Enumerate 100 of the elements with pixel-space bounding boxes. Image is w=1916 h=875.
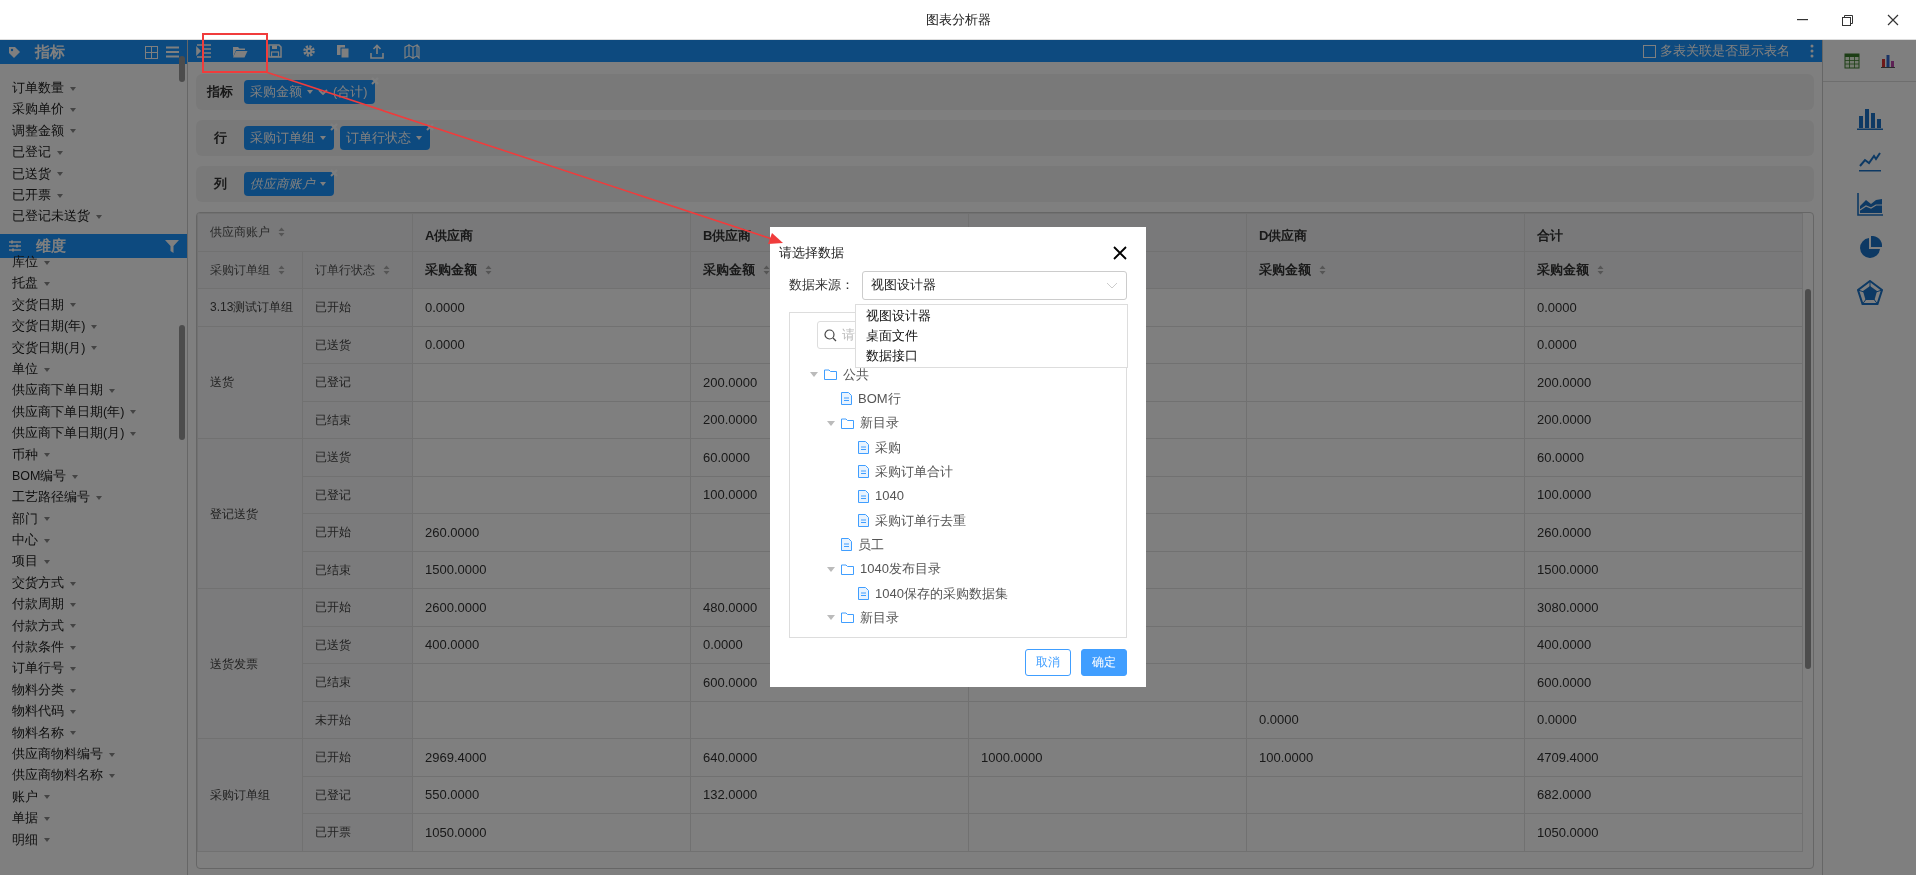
caret-icon[interactable]	[70, 581, 76, 586]
field-item[interactable]: 物料代码	[12, 701, 64, 723]
caret-icon[interactable]	[130, 410, 137, 415]
caret-icon[interactable]	[70, 303, 76, 308]
folder-icon[interactable]	[232, 44, 248, 58]
pie-chart-icon[interactable]	[1857, 236, 1882, 260]
scrollbar[interactable]	[179, 56, 185, 82]
sort-icon[interactable]	[278, 264, 285, 275]
field-item[interactable]: 付款条件	[12, 637, 64, 659]
field-item[interactable]: 调整金额	[12, 120, 64, 143]
caret-icon[interactable]	[44, 560, 50, 565]
caret-icon[interactable]	[72, 474, 79, 479]
dropdown-option[interactable]: 数据接口	[856, 346, 1127, 366]
caret-icon[interactable]	[44, 538, 50, 543]
field-item[interactable]: 单据	[12, 808, 38, 830]
sort-icon[interactable]	[383, 264, 390, 275]
scrollbar[interactable]	[179, 325, 185, 440]
cancel-button[interactable]: 取消	[1025, 648, 1071, 676]
field-item[interactable]: 币种	[12, 444, 38, 466]
field-item[interactable]: 部门	[12, 508, 38, 531]
caret-icon[interactable]	[57, 172, 63, 177]
field-item[interactable]: 已开票	[12, 184, 51, 207]
caret-icon[interactable]	[91, 324, 98, 329]
field-item[interactable]: 供应商物料编号	[12, 744, 103, 766]
field-item[interactable]: 订单数量	[12, 78, 64, 100]
field-item[interactable]: 供应商物料名称	[12, 765, 103, 787]
sort-icon[interactable]	[485, 264, 492, 275]
field-item[interactable]: 供应商下单日期(年)	[12, 401, 125, 424]
bar-chart-icon[interactable]	[1879, 52, 1896, 69]
radar-chart-icon[interactable]	[1856, 280, 1883, 306]
sort-icon[interactable]	[278, 227, 285, 238]
caret-icon[interactable]	[70, 108, 76, 113]
save-icon[interactable]	[268, 44, 282, 58]
field-item[interactable]: 物料分类	[12, 679, 64, 702]
tree-item[interactable]: 1040	[875, 486, 904, 506]
caret-icon[interactable]	[44, 838, 50, 843]
field-item[interactable]: BOM编号	[12, 465, 67, 488]
field-item[interactable]: 交货方式	[12, 572, 64, 595]
field-item[interactable]: 已登记未送货	[12, 206, 90, 228]
tree-item[interactable]: 1040保存的采购数据集	[875, 583, 1008, 604]
field-item[interactable]: 工艺路径编号	[12, 487, 90, 509]
field-item[interactable]: 托盘	[12, 273, 38, 295]
tree-item[interactable]: 采购	[875, 437, 901, 458]
caret-icon[interactable]	[44, 282, 50, 287]
caret-icon[interactable]	[44, 367, 50, 372]
field-item[interactable]: 明细	[12, 829, 38, 851]
caret-icon[interactable]	[44, 453, 50, 458]
caret-icon[interactable]	[70, 602, 76, 607]
source-select[interactable]: 视图设计器	[862, 270, 1127, 300]
field-item[interactable]: 交货日期	[12, 294, 64, 317]
caret-icon[interactable]	[109, 389, 115, 394]
caret-icon[interactable]	[96, 496, 102, 500]
filter-icon[interactable]	[165, 239, 179, 253]
field-item[interactable]: 供应商下单日期(月)	[12, 423, 125, 445]
more-icon[interactable]	[1810, 44, 1814, 58]
tree-item[interactable]: 采购订单行去重	[875, 510, 966, 531]
caret-icon[interactable]	[57, 193, 63, 198]
field-item[interactable]: 交货日期(年)	[12, 316, 86, 338]
tree-item[interactable]: BOM行	[858, 389, 901, 409]
caret-icon[interactable]	[70, 624, 76, 629]
tree-item[interactable]: 采购订单合计	[875, 462, 953, 482]
chevron-down-icon[interactable]	[318, 88, 328, 96]
field-item[interactable]: 中心	[12, 530, 38, 552]
scrollbar[interactable]	[1805, 289, 1811, 669]
caret-icon[interactable]	[109, 774, 115, 779]
field-item[interactable]: 交货日期(月)	[12, 337, 86, 359]
caret-icon[interactable]	[44, 517, 50, 522]
tree-item[interactable]: 公共	[843, 364, 869, 385]
area-chart-icon[interactable]	[1856, 192, 1883, 216]
field-item[interactable]: 付款方式	[12, 615, 64, 638]
sort-icon[interactable]	[1319, 264, 1326, 275]
caret-icon[interactable]	[96, 215, 102, 220]
tree-item[interactable]: 员工	[858, 534, 884, 555]
line-chart-icon[interactable]	[1858, 150, 1881, 172]
indent-icon[interactable]	[196, 44, 212, 58]
bar-chart-icon[interactable]	[1856, 106, 1883, 130]
field-item[interactable]: 物料名称	[12, 722, 64, 744]
caret-icon[interactable]	[44, 260, 50, 265]
caret-icon[interactable]	[44, 795, 50, 800]
dropdown-option[interactable]: 桌面文件	[856, 326, 1127, 346]
caret-icon[interactable]	[70, 129, 76, 134]
table-icon[interactable]	[1843, 52, 1860, 69]
caret-icon[interactable]	[130, 431, 137, 436]
field-item[interactable]: 采购单价	[12, 99, 64, 121]
caret-icon[interactable]	[70, 709, 76, 714]
caret-icon[interactable]	[810, 372, 818, 378]
caret-icon[interactable]	[70, 688, 76, 693]
field-item[interactable]: 库位	[12, 252, 38, 274]
caret-icon[interactable]	[70, 731, 76, 736]
caret-icon[interactable]	[827, 420, 835, 426]
sort-icon[interactable]	[1597, 264, 1604, 275]
minimize-icon[interactable]	[1797, 19, 1808, 21]
caret-icon[interactable]	[70, 667, 76, 672]
tree-item[interactable]: 新目录	[860, 607, 899, 628]
restore-icon[interactable]	[1842, 14, 1853, 26]
caret-icon[interactable]	[91, 346, 98, 351]
field-item[interactable]: 供应商下单日期	[12, 380, 103, 402]
tree-item[interactable]: 1040发布目录	[860, 559, 941, 579]
caret-icon[interactable]	[70, 645, 76, 650]
checkbox[interactable]	[1643, 44, 1656, 58]
